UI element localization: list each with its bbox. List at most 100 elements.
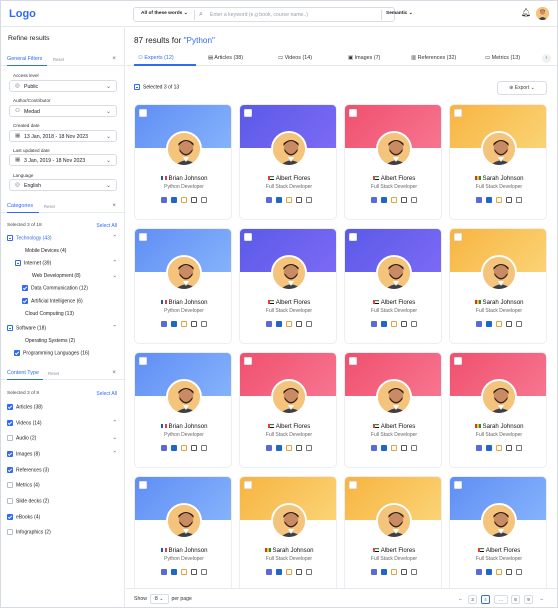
category-web-development[interactable]: Web Development (8) xyxy=(32,273,81,279)
checkbox[interactable] xyxy=(7,498,13,504)
teams-icon[interactable] xyxy=(266,445,272,451)
page-button[interactable]: 8 xyxy=(511,595,520,604)
mail-icon[interactable] xyxy=(401,197,407,203)
chevron-up-icon[interactable]: ⌃ xyxy=(112,325,117,331)
card-checkbox[interactable] xyxy=(454,357,462,365)
card-checkbox[interactable] xyxy=(349,109,357,117)
teams-icon[interactable] xyxy=(266,569,272,575)
expert-name[interactable]: Brian Johnson xyxy=(135,547,231,554)
slack-icon[interactable] xyxy=(496,445,502,451)
category-software[interactable]: Software (18) xyxy=(7,325,46,331)
expert-name[interactable]: Albert Flores xyxy=(345,175,441,182)
content-type-ebooks[interactable]: eBooks (4) xyxy=(7,514,40,520)
language-select[interactable]: ◎ English ⌄ xyxy=(9,179,117,191)
expert-card[interactable]: Sarah Johnson Full Stack Developer xyxy=(239,476,337,592)
slack-icon[interactable] xyxy=(496,197,502,203)
expert-card[interactable]: Sarah Johnson Full Stack Developer xyxy=(449,228,547,344)
content-type-references[interactable]: References (3) xyxy=(7,467,49,473)
chevron-up-icon[interactable]: ⌃ xyxy=(112,235,117,241)
expert-name[interactable]: Albert Flores xyxy=(240,299,336,306)
slack-icon[interactable] xyxy=(181,445,187,451)
expert-name[interactable]: Sarah Johnson xyxy=(240,547,336,554)
slack-icon[interactable] xyxy=(391,445,397,451)
arrow-left-icon[interactable]: ← xyxy=(456,595,465,604)
checkbox[interactable] xyxy=(7,325,13,331)
linkedin-icon[interactable] xyxy=(276,569,282,575)
checkbox[interactable] xyxy=(7,482,13,488)
checkbox[interactable] xyxy=(7,451,13,457)
teams-icon[interactable] xyxy=(371,321,377,327)
chevron-down-icon[interactable]: ⌄ xyxy=(112,435,117,441)
slack-icon[interactable] xyxy=(496,569,502,575)
expert-name[interactable]: Sarah Johnson xyxy=(450,175,546,182)
page-button[interactable]: 9 xyxy=(524,595,533,604)
slack-icon[interactable] xyxy=(286,321,292,327)
phone-icon[interactable] xyxy=(201,445,207,451)
mail-icon[interactable] xyxy=(191,569,197,575)
author-select[interactable]: ⚇ Medad ⌄ xyxy=(9,105,117,117)
teams-icon[interactable] xyxy=(266,321,272,327)
mail-icon[interactable] xyxy=(401,321,407,327)
expert-card[interactable]: Albert Flores Full Stack Developer xyxy=(344,228,442,344)
linkedin-icon[interactable] xyxy=(276,197,282,203)
content-type-images[interactable]: Images (8) xyxy=(7,451,40,457)
phone-icon[interactable] xyxy=(411,569,417,575)
select-all-link[interactable]: Select All xyxy=(96,391,117,397)
expert-name[interactable]: Sarah Johnson xyxy=(450,299,546,306)
teams-icon[interactable] xyxy=(371,197,377,203)
chevron-up-icon[interactable]: ⌃ xyxy=(112,420,117,426)
linkedin-icon[interactable] xyxy=(486,445,492,451)
expert-card[interactable]: Albert Flores Full Stack Developer xyxy=(344,104,442,220)
checkbox[interactable] xyxy=(7,420,13,426)
expert-card[interactable]: Albert Flores Full Stack Developer xyxy=(344,352,442,468)
mail-icon[interactable] xyxy=(191,445,197,451)
content-type-articles[interactable]: Articles (38) xyxy=(7,404,43,410)
expert-card[interactable]: Albert Flores Full Stack Developer xyxy=(344,476,442,592)
search-mode-dropdown[interactable]: Semantic ⌄ xyxy=(386,11,413,16)
teams-icon[interactable] xyxy=(161,445,167,451)
page-button[interactable]: 3 xyxy=(468,595,477,604)
linkedin-icon[interactable] xyxy=(381,321,387,327)
slack-icon[interactable] xyxy=(181,197,187,203)
linkedin-icon[interactable] xyxy=(171,321,177,327)
phone-icon[interactable] xyxy=(201,321,207,327)
card-checkbox[interactable] xyxy=(454,481,462,489)
teams-icon[interactable] xyxy=(371,445,377,451)
slack-icon[interactable] xyxy=(286,197,292,203)
phone-icon[interactable] xyxy=(306,321,312,327)
expert-name[interactable]: Albert Flores xyxy=(345,547,441,554)
slack-icon[interactable] xyxy=(391,569,397,575)
card-checkbox[interactable] xyxy=(244,109,252,117)
phone-icon[interactable] xyxy=(306,197,312,203)
phone-icon[interactable] xyxy=(201,569,207,575)
close-icon[interactable]: × xyxy=(112,369,116,376)
slack-icon[interactable] xyxy=(496,321,502,327)
teams-icon[interactable] xyxy=(371,569,377,575)
card-checkbox[interactable] xyxy=(349,357,357,365)
category-internet[interactable]: Internet (39) xyxy=(15,260,51,266)
bell-icon[interactable]: 🔔︎ xyxy=(521,8,531,17)
content-type-metrics[interactable]: Metrics (4) xyxy=(7,482,40,488)
expert-card[interactable]: Brian Johnson Python Developer xyxy=(134,352,232,468)
category-programming-languages[interactable]: Programming Languages (16) xyxy=(14,350,89,356)
linkedin-icon[interactable] xyxy=(276,321,282,327)
mail-icon[interactable] xyxy=(296,445,302,451)
page-size-select[interactable]: 8 ⌄ xyxy=(149,594,169,604)
teams-icon[interactable] xyxy=(476,445,482,451)
teams-icon[interactable] xyxy=(476,197,482,203)
expert-card[interactable]: Albert Flores Full Stack Developer xyxy=(239,228,337,344)
phone-icon[interactable] xyxy=(306,445,312,451)
expert-card[interactable]: Albert Flores Full Stack Developer xyxy=(239,352,337,468)
mail-icon[interactable] xyxy=(506,569,512,575)
phone-icon[interactable] xyxy=(201,197,207,203)
content-type-slide-decks[interactable]: Slide decks (2) xyxy=(7,498,49,504)
mail-icon[interactable] xyxy=(296,569,302,575)
linkedin-icon[interactable] xyxy=(171,569,177,575)
reset-link[interactable]: Reset xyxy=(53,57,64,62)
card-checkbox[interactable] xyxy=(349,481,357,489)
phone-icon[interactable] xyxy=(516,197,522,203)
card-checkbox[interactable] xyxy=(454,233,462,241)
teams-icon[interactable] xyxy=(476,321,482,327)
tab-experts[interactable]: ⚇ Experts (12) xyxy=(138,55,174,61)
teams-icon[interactable] xyxy=(476,569,482,575)
